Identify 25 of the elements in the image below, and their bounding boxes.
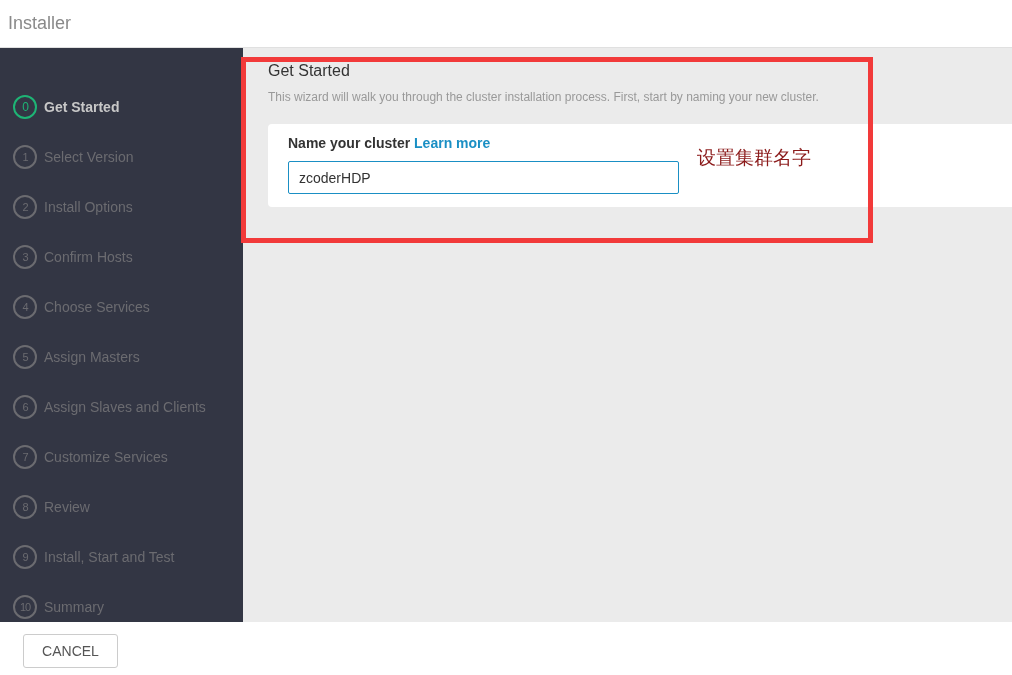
cancel-button[interactable]: CANCEL xyxy=(23,633,118,668)
wizard-step[interactable]: 0 Get Started xyxy=(0,82,243,132)
step-label: Install Options xyxy=(44,199,133,215)
step-label: Install, Start and Test xyxy=(44,549,175,565)
step-label: Summary xyxy=(44,599,104,615)
annotation-text: 设置集群名字 xyxy=(697,145,811,170)
description: This wizard will walk you through the cluster installation process. First, start by naming your new cluster. xyxy=(268,90,820,104)
field-label: Name your cluster Learn more xyxy=(288,135,492,151)
step-number: 0 xyxy=(13,95,37,119)
step-label: Choose Services xyxy=(44,299,150,315)
step-number: 4 xyxy=(13,295,37,319)
wizard-step[interactable]: 4 Choose Services xyxy=(0,282,243,332)
step-label: Get Started xyxy=(44,99,120,115)
step-number: 3 xyxy=(13,245,37,269)
window-title: Installer xyxy=(8,13,72,34)
step-label: Assign Slaves and Clients xyxy=(44,399,206,415)
cluster-name-input[interactable]: zcoderHDP xyxy=(288,161,679,194)
step-label: Review xyxy=(44,499,90,515)
step-label: Select Version xyxy=(44,149,134,165)
step-label: Assign Masters xyxy=(44,349,140,365)
wizard-step[interactable]: 3 Confirm Hosts xyxy=(0,232,243,282)
section-title: Get Started xyxy=(268,62,351,80)
step-label: Customize Services xyxy=(44,449,168,465)
step-label: Confirm Hosts xyxy=(44,249,133,265)
learn-more-link[interactable]: Learn more xyxy=(414,135,491,151)
